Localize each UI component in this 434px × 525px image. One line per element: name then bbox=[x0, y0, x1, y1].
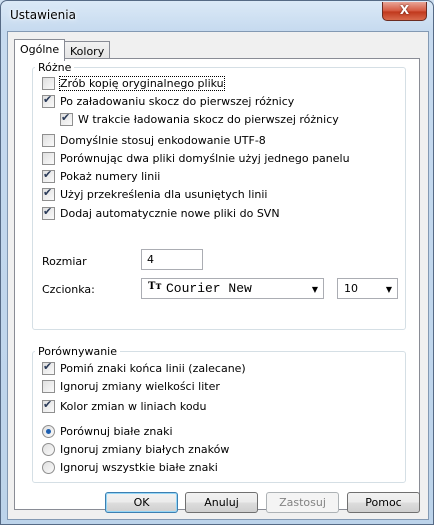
ok-button[interactable]: OK bbox=[105, 492, 178, 513]
checkbox-label: Pomiń znaki końca linii (zalecane) bbox=[60, 362, 246, 375]
close-button[interactable]: X bbox=[382, 2, 427, 21]
checkbox-color-inline-changes[interactable]: Kolor zmian w liniach kodu bbox=[42, 398, 207, 413]
font-size-combobox[interactable]: 10 ▼ bbox=[337, 278, 398, 299]
checkbox-box[interactable] bbox=[42, 205, 55, 220]
font-size-value: 10 bbox=[344, 282, 358, 295]
checkbox-label: Kolor zmian w liniach kodu bbox=[60, 400, 207, 413]
checkbox-box[interactable] bbox=[42, 360, 55, 375]
checkbox-box[interactable] bbox=[42, 380, 55, 393]
radio-label: Porównuj białe znaki bbox=[60, 425, 173, 438]
help-button[interactable]: Pomoc bbox=[347, 492, 420, 513]
tab-colors-label: Kolory bbox=[70, 45, 105, 58]
checkbox-label: Domyślnie stosuj enkodowanie UTF-8 bbox=[60, 134, 266, 147]
checkbox-label: Porównując dwa pliki domyślnie użyj jedn… bbox=[60, 152, 350, 165]
checkbox-single-pane[interactable]: Porównując dwa pliki domyślnie użyj jedn… bbox=[42, 152, 350, 165]
checkbox-label: Użyj przekreślenia dla usuniętych linii bbox=[60, 188, 268, 201]
font-combobox-value: Courier New bbox=[166, 281, 252, 296]
misc-group-title: Różne bbox=[35, 61, 75, 74]
checkbox-ignore-eol[interactable]: Pomiń znaki końca linii (zalecane) bbox=[42, 360, 246, 375]
checkbox-strikethrough-removed[interactable]: Użyj przekreślenia dla usuniętych linii bbox=[42, 186, 268, 201]
checkbox-backup-original[interactable]: Zrób kopię oryginalnego pliku bbox=[42, 76, 225, 91]
checkbox-box[interactable] bbox=[42, 77, 55, 90]
radio-button[interactable] bbox=[42, 461, 55, 474]
tab-panel-general: Różne Zrób kopię oryginalnego pliku Po z… bbox=[14, 58, 420, 510]
checkbox-box[interactable] bbox=[42, 168, 55, 183]
checkbox-jump-first-diff[interactable]: Po załadowaniu skocz do pierwszej różnic… bbox=[42, 93, 295, 108]
checkbox-label: Zrób kopię oryginalnego pliku bbox=[59, 76, 225, 91]
checkbox-jump-while-loading[interactable]: W trakcie ładowania skocz do pierwszej r… bbox=[60, 111, 339, 126]
chevron-down-icon[interactable]: ▼ bbox=[312, 285, 318, 294]
checkbox-box[interactable] bbox=[60, 111, 73, 126]
radio-ignore-all-whitespace[interactable]: Ignoruj wszystkie białe znaki bbox=[42, 461, 218, 474]
size-input[interactable]: 4 bbox=[141, 249, 203, 270]
size-input-value: 4 bbox=[147, 253, 154, 266]
radio-ignore-whitespace-changes[interactable]: Ignoruj zmiany białych znaków bbox=[42, 443, 229, 456]
checkbox-box[interactable] bbox=[42, 134, 55, 147]
tab-general-label: Ogólne bbox=[20, 43, 60, 56]
radio-label: Ignoruj zmiany białych znaków bbox=[60, 443, 230, 456]
checkbox-ignore-case[interactable]: Ignoruj zmiany wielkości liter bbox=[42, 380, 220, 393]
dialog-client-area: Ogólne Kolory Różne Zrób kopię oryginaln… bbox=[7, 31, 429, 520]
checkbox-box[interactable] bbox=[42, 93, 55, 108]
apply-button[interactable]: Zastosuj bbox=[266, 492, 339, 513]
checkbox-utf8-default[interactable]: Domyślnie stosuj enkodowanie UTF-8 bbox=[42, 134, 266, 147]
cancel-button[interactable]: Anuluj bbox=[185, 492, 258, 513]
checkbox-label: Dodaj automatycznie nowe pliki do SVN bbox=[60, 207, 280, 220]
checkbox-box[interactable] bbox=[42, 398, 55, 413]
tab-general[interactable]: Ogólne bbox=[14, 39, 66, 61]
checkbox-auto-add-svn[interactable]: Dodaj automatycznie nowe pliki do SVN bbox=[42, 205, 280, 220]
compare-group-title: Porównywanie bbox=[35, 345, 120, 358]
checkbox-label: W trakcie ładowania skocz do pierwszej r… bbox=[78, 113, 339, 126]
chevron-down-icon[interactable]: ▼ bbox=[386, 285, 392, 294]
checkbox-label: Po załadowaniu skocz do pierwszej różnic… bbox=[60, 95, 295, 108]
checkbox-label: Pokaż numery linii bbox=[60, 170, 161, 183]
checkbox-box[interactable] bbox=[42, 152, 55, 165]
font-label: Czcionka: bbox=[42, 283, 95, 296]
font-combobox[interactable]: Tт Courier New ▼ bbox=[141, 278, 324, 299]
window-title: Ustawienia bbox=[10, 8, 76, 22]
radio-button[interactable] bbox=[42, 425, 55, 438]
radio-label: Ignoruj wszystkie białe znaki bbox=[60, 461, 218, 474]
checkbox-box[interactable] bbox=[42, 186, 55, 201]
checkbox-line-numbers[interactable]: Pokaż numery linii bbox=[42, 168, 161, 183]
radio-compare-whitespace[interactable]: Porównuj białe znaki bbox=[42, 425, 173, 438]
truetype-font-icon: Tт bbox=[148, 281, 162, 292]
settings-window: Ustawienia X Ogólne Kolory Różne Zrób ko… bbox=[0, 0, 434, 525]
radio-button[interactable] bbox=[42, 443, 55, 456]
title-bar[interactable]: Ustawienia X bbox=[1, 1, 433, 31]
checkbox-label: Ignoruj zmiany wielkości liter bbox=[60, 380, 220, 393]
size-label: Rozmiar bbox=[42, 255, 87, 268]
